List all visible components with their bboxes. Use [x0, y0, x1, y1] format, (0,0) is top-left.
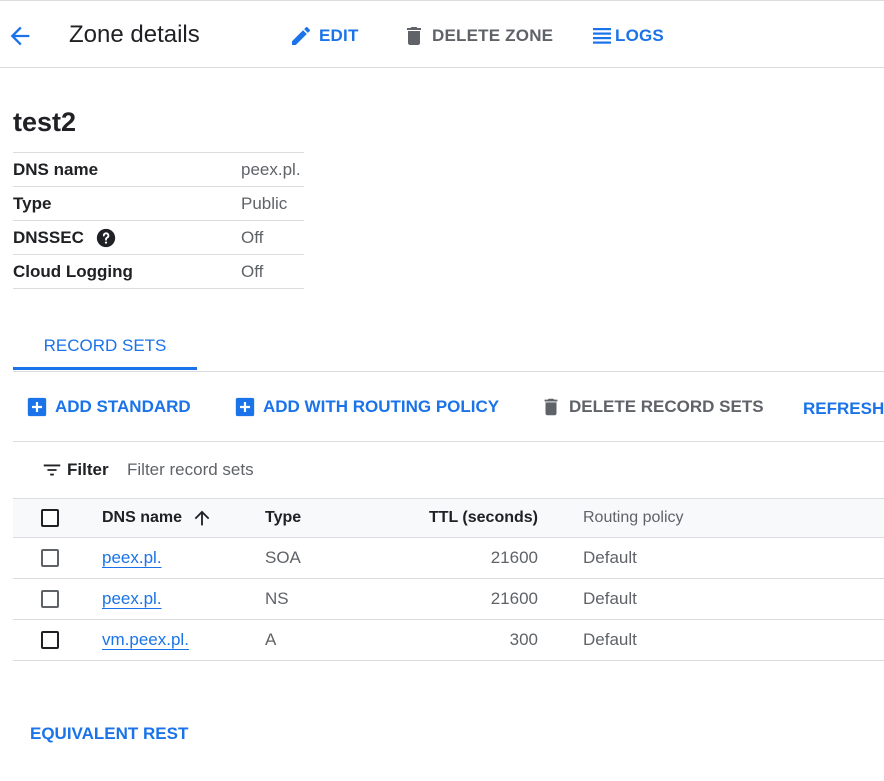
- edit-button[interactable]: EDIT: [289, 22, 359, 50]
- record-actions-bar: ADD STANDARD ADD WITH ROUTING POLICY DEL…: [13, 372, 884, 442]
- tab-bar: RECORD SETS: [13, 325, 884, 372]
- detail-value: Off: [241, 227, 264, 247]
- help-circle-icon[interactable]: [95, 227, 117, 249]
- detail-row-cloud-logging: Cloud Logging Off: [13, 255, 304, 289]
- logs-label: LOGS: [615, 26, 664, 45]
- refresh-label: REFRESH: [803, 399, 884, 418]
- zone-name: test2: [13, 107, 77, 137]
- table-row: peex.pl. SOA 21600 Default: [13, 538, 884, 579]
- select-all-checkbox[interactable]: [41, 509, 59, 527]
- detail-value: Public: [241, 193, 288, 213]
- detail-key: Type: [13, 193, 52, 213]
- detail-row-dnssec: DNSSEC Off: [13, 221, 304, 255]
- tab-record-sets[interactable]: RECORD SETS: [13, 325, 197, 370]
- edit-pencil-icon: [292, 26, 311, 45]
- page-title: Zone details: [69, 21, 200, 48]
- record-ttl: 21600: [490, 548, 538, 567]
- record-ttl: 21600: [490, 589, 538, 608]
- record-routing-policy: Default: [583, 589, 637, 608]
- filter-toggle[interactable]: Filter: [41, 458, 109, 482]
- add-routing-label: ADD WITH ROUTING POLICY: [263, 397, 500, 416]
- delete-zone-button[interactable]: DELETE ZONE: [402, 22, 553, 50]
- row-checkbox[interactable]: [41, 549, 59, 567]
- edit-button-label: EDIT: [319, 26, 359, 45]
- filter-input[interactable]: [127, 456, 427, 484]
- logs-icon: [593, 28, 611, 44]
- refresh-button-clip: REFRESH: [796, 396, 884, 422]
- zone-details-table: DNS name peex.pl. Type Public DNSSEC Off…: [13, 152, 304, 289]
- arrow-back-icon: [10, 26, 30, 46]
- row-checkbox[interactable]: [41, 590, 59, 608]
- delete-record-sets-button[interactable]: DELETE RECORD SETS: [540, 396, 764, 418]
- column-header-dns-name[interactable]: DNS name: [102, 499, 213, 537]
- add-routing-policy-button[interactable]: ADD WITH ROUTING POLICY: [234, 396, 499, 418]
- add-standard-button[interactable]: ADD STANDARD: [26, 396, 191, 418]
- record-type: SOA: [265, 548, 301, 567]
- add-box-icon: [27, 397, 47, 417]
- column-header-ttl[interactable]: TTL (seconds): [393, 499, 538, 537]
- sort-arrow-up-icon: [194, 510, 210, 526]
- record-routing-policy: Default: [583, 630, 637, 649]
- table-row: peex.pl. NS 21600 Default: [13, 579, 884, 620]
- filter-icon: [43, 464, 61, 476]
- record-routing-policy: Default: [583, 548, 637, 567]
- add-standard-label: ADD STANDARD: [55, 397, 191, 416]
- column-header-type[interactable]: Type: [265, 499, 301, 537]
- delete-zone-label: DELETE ZONE: [432, 26, 554, 45]
- table-header-row: DNS name Type TTL (seconds) Routing poli…: [13, 498, 884, 538]
- detail-key: DNS name: [13, 159, 99, 179]
- detail-value: Off: [241, 261, 264, 281]
- detail-key: DNSSEC: [13, 227, 84, 247]
- record-type: A: [265, 630, 277, 649]
- detail-value: peex.pl.: [241, 159, 301, 179]
- detail-key: Cloud Logging: [13, 261, 133, 281]
- filter-label: Filter: [67, 460, 109, 479]
- dns-name-link[interactable]: vm.peex.pl.: [102, 630, 189, 650]
- record-ttl: 300: [509, 630, 538, 649]
- detail-key-wrap: DNSSEC: [13, 227, 241, 249]
- column-header-routing-policy: Routing policy: [583, 509, 684, 526]
- add-box-icon: [235, 397, 255, 417]
- record-sets-table: DNS name Type TTL (seconds) Routing poli…: [13, 498, 884, 661]
- back-button[interactable]: [6, 22, 34, 50]
- dns-name-link[interactable]: peex.pl.: [102, 589, 162, 609]
- record-type: NS: [265, 589, 289, 608]
- delete-record-sets-label: DELETE RECORD SETS: [569, 397, 764, 416]
- equivalent-rest-link[interactable]: EQUIVALENT REST: [30, 724, 188, 744]
- table-row: vm.peex.pl. A 300 Default: [13, 620, 884, 661]
- dns-name-link[interactable]: peex.pl.: [102, 548, 162, 568]
- logs-button[interactable]: LOGS: [592, 22, 664, 50]
- detail-row-type: Type Public: [13, 187, 304, 221]
- column-label: DNS name: [102, 509, 183, 526]
- refresh-button[interactable]: REFRESH: [796, 396, 884, 422]
- trash-icon: [544, 398, 558, 416]
- trash-icon: [407, 27, 421, 45]
- row-checkbox[interactable]: [41, 631, 59, 649]
- detail-row-dns-name: DNS name peex.pl.: [13, 153, 304, 187]
